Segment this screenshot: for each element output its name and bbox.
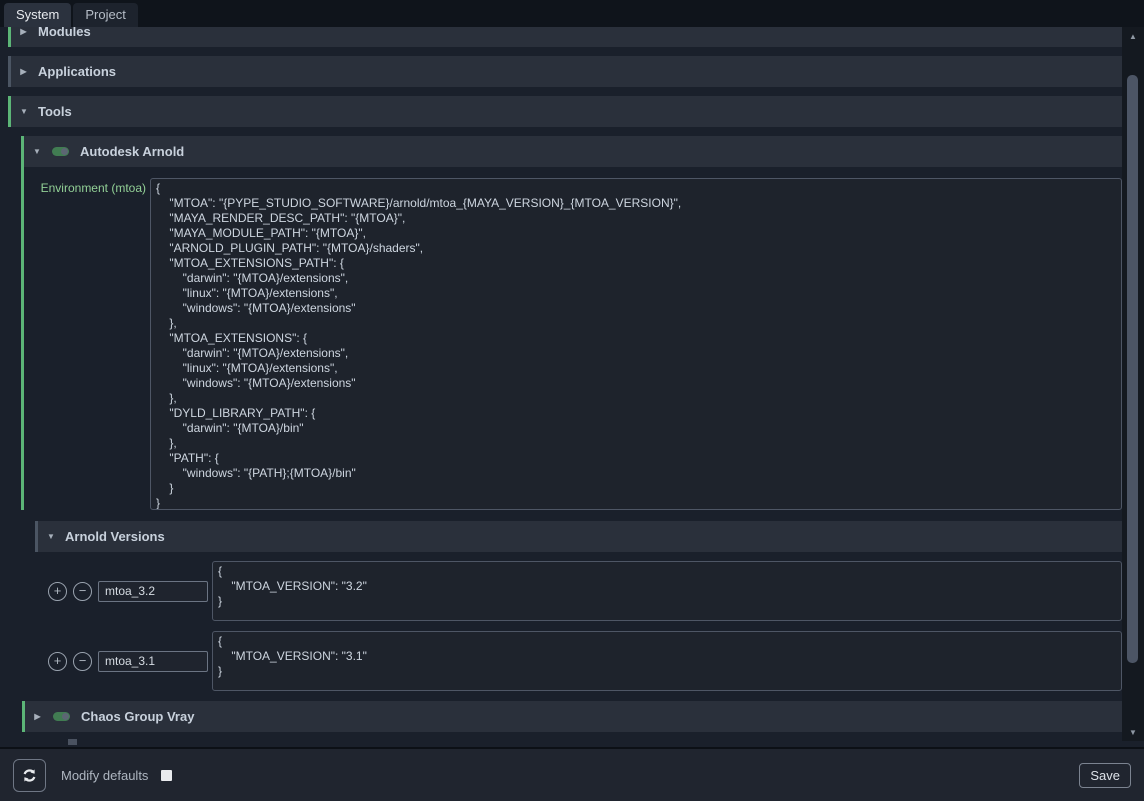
version-json-textarea[interactable]: { "MTOA_VERSION": "3.2" } <box>212 561 1122 621</box>
vertical-scrollbar[interactable]: ▲ ▼ <box>1122 27 1144 741</box>
save-button[interactable]: Save <box>1079 763 1131 788</box>
scroll-down-icon[interactable]: ▼ <box>1122 727 1144 739</box>
tab-project[interactable]: Project <box>73 3 137 27</box>
group-label-autodesk-arnold: Autodesk Arnold <box>80 144 184 159</box>
toggle-autodesk-arnold[interactable] <box>52 147 69 156</box>
environment-mtoa-textarea[interactable]: { "MTOA": "{PYPE_STUDIO_SOFTWARE}/arnold… <box>150 178 1122 510</box>
remove-version-button[interactable]: − <box>73 652 92 671</box>
group-label-chaos-group-vray: Chaos Group Vray <box>81 709 194 724</box>
group-chaos-group-vray: ▶ Chaos Group Vray <box>22 701 1122 732</box>
section-label-applications: Applications <box>38 64 116 79</box>
settings-scroll-area: ▶ Modules ▶ Applications ▼ Tools ▼ Autod… <box>0 27 1122 735</box>
version-row: + − { "MTOA_VERSION": "3.2" } <box>48 561 1122 621</box>
toggle-knob <box>62 713 69 720</box>
toggle-knob <box>61 148 68 155</box>
modify-defaults-checkbox[interactable] <box>161 770 172 781</box>
version-name-input[interactable] <box>98 581 208 602</box>
horizontal-scrollbar-thumb[interactable] <box>68 739 77 745</box>
section-header-arnold-versions[interactable]: ▼ Arnold Versions <box>35 521 1122 552</box>
environment-mtoa-label: Environment (mtoa) <box>36 178 146 195</box>
section-header-tools[interactable]: ▼ Tools <box>8 96 1122 127</box>
section-header-modules[interactable]: ▶ Modules <box>8 27 1122 47</box>
section-label-tools: Tools <box>38 104 72 119</box>
vertical-scrollbar-thumb[interactable] <box>1127 75 1138 663</box>
environment-row: Environment (mtoa) { "MTOA": "{PYPE_STUD… <box>36 178 1122 510</box>
group-header-autodesk-arnold[interactable]: ▼ Autodesk Arnold <box>24 136 1122 167</box>
chevron-down-icon: ▼ <box>47 532 54 541</box>
tab-bar: System Project <box>0 0 1144 27</box>
horizontal-scrollbar[interactable] <box>8 737 1122 747</box>
add-version-button[interactable]: + <box>48 652 67 671</box>
refresh-icon <box>21 767 38 784</box>
chevron-right-icon: ▶ <box>20 67 27 76</box>
section-label-modules: Modules <box>38 27 91 39</box>
modify-defaults-label: Modify defaults <box>61 768 148 783</box>
section-label-arnold-versions: Arnold Versions <box>65 529 165 544</box>
add-version-button[interactable]: + <box>48 582 67 601</box>
remove-version-button[interactable]: − <box>73 582 92 601</box>
chevron-down-icon: ▼ <box>20 107 27 116</box>
version-row: + − { "MTOA_VERSION": "3.1" } <box>48 631 1122 691</box>
chevron-right-icon: ▶ <box>34 712 41 721</box>
footer-bar: Modify defaults Save <box>0 747 1144 801</box>
chevron-right-icon: ▶ <box>20 27 27 36</box>
version-json-textarea[interactable]: { "MTOA_VERSION": "3.1" } <box>212 631 1122 691</box>
group-header-chaos-group-vray[interactable]: ▶ Chaos Group Vray <box>25 701 1122 732</box>
scroll-up-icon[interactable]: ▲ <box>1122 31 1144 43</box>
settings-window: System Project ▶ Modules ▶ Applications … <box>0 0 1144 801</box>
version-name-input[interactable] <box>98 651 208 672</box>
chevron-down-icon: ▼ <box>33 147 40 156</box>
tab-system[interactable]: System <box>4 3 71 27</box>
settings-content: ▶ Modules ▶ Applications ▼ Tools ▼ Autod… <box>0 27 1144 747</box>
section-header-applications[interactable]: ▶ Applications <box>8 56 1122 87</box>
refresh-button[interactable] <box>13 759 46 792</box>
toggle-chaos-group-vray[interactable] <box>53 712 70 721</box>
group-autodesk-arnold: ▼ Autodesk Arnold Environment (mtoa) { "… <box>21 136 1122 510</box>
